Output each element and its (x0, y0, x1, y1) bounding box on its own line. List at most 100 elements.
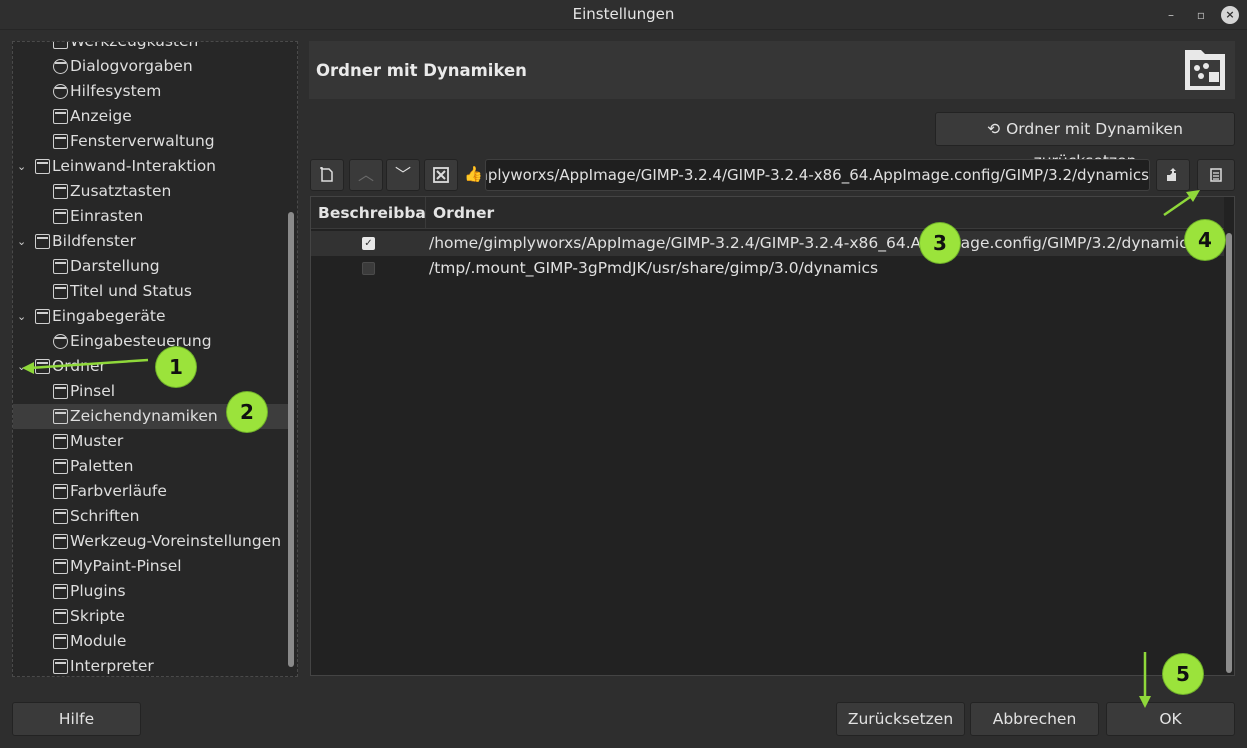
sidebar-item-label: Skripte (70, 607, 125, 625)
category-icon (53, 609, 68, 624)
category-icon (53, 559, 68, 574)
sidebar-item-interpreter[interactable]: Interpreter (13, 654, 288, 676)
category-icon (35, 359, 50, 374)
category-icon (53, 534, 68, 549)
sidebar-item-muster[interactable]: Muster (13, 429, 288, 454)
category-icon (53, 634, 68, 649)
ok-button[interactable]: OK (1106, 702, 1235, 736)
sidebar-item-label: Zeichendynamiken (70, 407, 218, 425)
annotation-badge-3: 3 (920, 223, 960, 263)
sidebar-item-label: Ordner (52, 357, 106, 375)
move-down-button[interactable]: ﹀ (386, 159, 420, 191)
sidebar-item-bildfenster[interactable]: ⌄ Bildfenster (13, 229, 288, 254)
sidebar-item-label: Fensterverwaltung (70, 132, 215, 150)
help-button[interactable]: Hilfe (12, 702, 141, 736)
cancel-button[interactable]: Abbrechen (970, 702, 1099, 736)
chevron-down-icon[interactable]: ⌄ (17, 354, 31, 379)
annotation-badge-4: 4 (1185, 220, 1225, 260)
reset-icon: ⟲ (987, 120, 1001, 138)
category-icon (53, 284, 68, 299)
sidebar-item-module[interactable]: Module (13, 629, 288, 654)
sidebar-item-werkzeugkasten[interactable]: Werkzeugkasten (13, 42, 288, 54)
column-header-folder[interactable]: Ordner (426, 197, 1224, 229)
sidebar-item-dialogvorgaben[interactable]: Dialogvorgaben (13, 54, 288, 79)
sidebar-item-zusatztasten[interactable]: Zusatztasten (13, 179, 288, 204)
sidebar-item-label: Pinsel (70, 382, 116, 400)
category-icon (53, 384, 68, 399)
table-scrollbar[interactable] (1226, 233, 1232, 673)
sidebar-item-label: Zusatztasten (70, 182, 172, 200)
category-icon (53, 134, 68, 149)
sidebar-item-werkzeug-voreinstellungen[interactable]: Werkzeug-Voreinstellungen (13, 529, 288, 554)
show-in-file-manager-button[interactable] (1197, 159, 1235, 191)
sidebar-item-fensterverwaltung[interactable]: Fensterverwaltung (13, 129, 288, 154)
chevron-down-icon: ﹀ (394, 165, 411, 184)
chevron-up-icon: ︿ (357, 165, 374, 184)
sidebar-item-hilfesystem[interactable]: Hilfesystem (13, 79, 288, 104)
page-title: Ordner mit Dynamiken (316, 61, 527, 80)
sidebar-item-eingabesteuerung[interactable]: Eingabesteuerung (13, 329, 288, 354)
maximize-icon[interactable]: ▫ (1192, 6, 1210, 24)
close-icon[interactable]: × (1221, 6, 1239, 24)
sidebar-item-label: Anzeige (70, 107, 132, 125)
sidebar-scrollbar[interactable] (288, 212, 294, 667)
sidebar-item-label: Schriften (70, 507, 140, 525)
sidebar-item-label: Bildfenster (52, 232, 136, 250)
category-icon (35, 234, 50, 249)
sidebar-item-schriften[interactable]: Schriften (13, 504, 288, 529)
writable-checkbox[interactable] (362, 262, 375, 275)
window-title: Einstellungen (572, 5, 675, 23)
folder-path-cell: /home/gimplyworxs/AppImage/GIMP-3.2.4/GI… (429, 234, 1196, 252)
category-icon (53, 484, 68, 499)
category-icon (53, 109, 68, 124)
delete-folder-button[interactable] (424, 159, 458, 191)
sidebar-item-label: Hilfesystem (70, 82, 162, 100)
sidebar-item-farbverläufe[interactable]: Farbverläufe (13, 479, 288, 504)
sidebar-item-eingabegeräte[interactable]: ⌄ Eingabegeräte (13, 304, 288, 329)
sidebar-item-anzeige[interactable]: Anzeige (13, 104, 288, 129)
sidebar-item-darstellung[interactable]: Darstellung (13, 254, 288, 279)
sidebar-item-einrasten[interactable]: Einrasten (13, 204, 288, 229)
sidebar-item-label: Muster (70, 432, 124, 450)
sidebar-item-titel-und-status[interactable]: Titel und Status (13, 279, 288, 304)
category-icon (35, 309, 50, 324)
folder-path-cell: /tmp/.mount_GIMP-3gPmdJK/usr/share/gimp/… (429, 259, 879, 277)
sidebar-item-label: Eingabegeräte (52, 307, 166, 325)
sidebar-item-mypaint-pinsel[interactable]: MyPaint-Pinsel (13, 554, 288, 579)
chevron-down-icon[interactable]: ⌄ (17, 229, 31, 254)
sidebar-item-label: Paletten (70, 457, 134, 475)
table-row[interactable]: /tmp/.mount_GIMP-3gPmdJK/usr/share/gimp/… (311, 256, 1224, 281)
category-icon (53, 334, 68, 349)
sidebar-item-paletten[interactable]: Paletten (13, 454, 288, 479)
thumbs-up-icon: 👍 (464, 165, 483, 183)
sidebar-item-skripte[interactable]: Skripte (13, 604, 288, 629)
move-up-button[interactable]: ︿ (349, 159, 383, 191)
sidebar-item-label: Dialogvorgaben (70, 57, 193, 75)
folders-table: Beschreibbar Ordner ✓ /home/gimplyworxs/… (310, 196, 1235, 676)
category-icon (53, 409, 68, 424)
sidebar-item-label: Darstellung (70, 257, 160, 275)
reset-dynamics-folders-button[interactable]: ⟲Ordner mit Dynamiken zurücksetzen (935, 112, 1235, 170)
sidebar-item-plugins[interactable]: Plugins (13, 579, 288, 604)
chevron-down-icon[interactable]: ⌄ (17, 154, 31, 179)
sidebar-item-label: Eingabesteuerung (70, 332, 212, 350)
sidebar-item-label: Leinwand-Interaktion (52, 157, 217, 175)
column-header-writable[interactable]: Beschreibbar (311, 197, 434, 229)
writable-checkbox[interactable]: ✓ (362, 237, 375, 250)
sidebar-item-label: Interpreter (70, 657, 154, 675)
reset-button[interactable]: Zurücksetzen (836, 702, 965, 736)
folder-path-input[interactable]: /home/gimplyworxs/AppImage/GIMP-3.2.4/GI… (485, 159, 1150, 191)
sidebar-item-label: MyPaint-Pinsel (70, 557, 182, 575)
sidebar-item-ordner[interactable]: ⌄ Ordner (13, 354, 288, 379)
preferences-category-tree[interactable]: Werkzeugkasten Dialogvorgaben Hilfesystem A… (12, 41, 298, 677)
sidebar-item-leinwand-interaktion[interactable]: ⌄ Leinwand-Interaktion (13, 154, 288, 179)
folder-dynamics-icon (1185, 50, 1225, 90)
delete-icon (433, 167, 449, 183)
new-folder-button[interactable] (310, 159, 344, 191)
page-header: Ordner mit Dynamiken (309, 41, 1235, 99)
table-row[interactable]: ✓ /home/gimplyworxs/AppImage/GIMP-3.2.4/… (311, 231, 1224, 256)
chevron-down-icon[interactable]: ⌄ (17, 304, 31, 329)
category-icon (53, 459, 68, 474)
open-file-dialog-button[interactable] (1156, 159, 1190, 191)
minimize-icon[interactable]: – (1162, 6, 1180, 24)
